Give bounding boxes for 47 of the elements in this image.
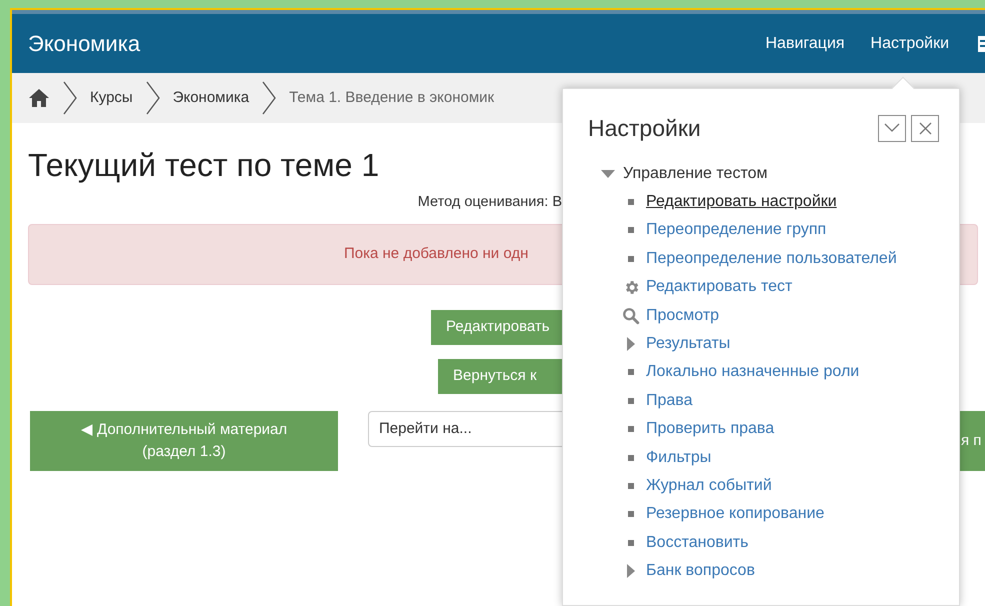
bullet-icon bbox=[628, 256, 634, 262]
action-button[interactable]: Редактировать bbox=[431, 310, 562, 345]
bullet-icon bbox=[628, 426, 634, 432]
menu-link[interactable]: Журнал событий bbox=[646, 474, 772, 498]
chevron-down-icon bbox=[884, 123, 900, 134]
bullet-icon bbox=[628, 369, 634, 376]
action-button[interactable]: Вернуться к bbox=[438, 358, 562, 394]
popup-title: Настройки bbox=[588, 114, 701, 143]
breadcrumb-link[interactable]: Курсы bbox=[90, 86, 133, 110]
bullet-icon bbox=[628, 398, 634, 404]
search-icon bbox=[622, 306, 640, 325]
breadcrumb-chevron-icon bbox=[144, 81, 161, 115]
bullet-icon bbox=[628, 511, 634, 518]
menu-link[interactable]: Редактировать настройки bbox=[646, 190, 837, 214]
menu-link[interactable]: Проверить права bbox=[646, 417, 774, 442]
menu-link[interactable]: Права bbox=[646, 388, 693, 413]
grading-method-text: Метод оценивания: В bbox=[418, 193, 562, 212]
nav-link[interactable]: Навигация bbox=[766, 32, 845, 56]
collapse-button[interactable] bbox=[878, 114, 906, 142]
menu-link[interactable]: Редактировать тест bbox=[646, 275, 792, 300]
breadcrumb-link[interactable]: Экономика bbox=[172, 86, 250, 110]
home-icon[interactable] bbox=[28, 88, 50, 108]
breadcrumb-chevron-icon bbox=[62, 81, 78, 115]
previous-activity-button[interactable]: ◀ Дополнительный материал (раздел 1.3) bbox=[30, 410, 338, 471]
bullet-icon bbox=[628, 227, 634, 234]
tree-heading[interactable]: Управление тестом bbox=[623, 162, 768, 186]
menu-link[interactable]: Просмотр bbox=[646, 304, 720, 328]
menu-link[interactable]: Переопределение групп bbox=[646, 218, 826, 242]
menu-link[interactable]: Фильтры bbox=[646, 446, 712, 470]
menu-link[interactable]: Переопределение пользователей bbox=[646, 246, 897, 271]
page-title: Текущий тест по теме 1 bbox=[28, 146, 380, 185]
bullet-icon bbox=[628, 454, 634, 461]
menu-link[interactable]: Банк вопросов bbox=[646, 559, 755, 584]
close-icon bbox=[918, 122, 932, 135]
bullet-icon bbox=[628, 482, 634, 489]
menu-link[interactable]: Локально назначенные роли bbox=[646, 360, 860, 384]
menu-link[interactable]: Резервное копирование bbox=[646, 502, 824, 526]
menu-link[interactable]: Восстановить bbox=[646, 530, 748, 555]
alert-text: Пока не добавлено ни одн bbox=[344, 244, 528, 264]
menu-link[interactable]: Результаты bbox=[646, 332, 730, 356]
nav-link[interactable]: Настройки bbox=[870, 32, 949, 56]
site-title[interactable]: Экономика bbox=[28, 27, 140, 60]
breadcrumb-chevron-icon bbox=[261, 81, 278, 115]
bullet-icon bbox=[628, 199, 634, 206]
close-button[interactable] bbox=[911, 114, 939, 142]
bullet-icon bbox=[628, 540, 634, 546]
breadcrumb-link[interactable]: Тема 1. Введение в экономик bbox=[289, 86, 494, 110]
